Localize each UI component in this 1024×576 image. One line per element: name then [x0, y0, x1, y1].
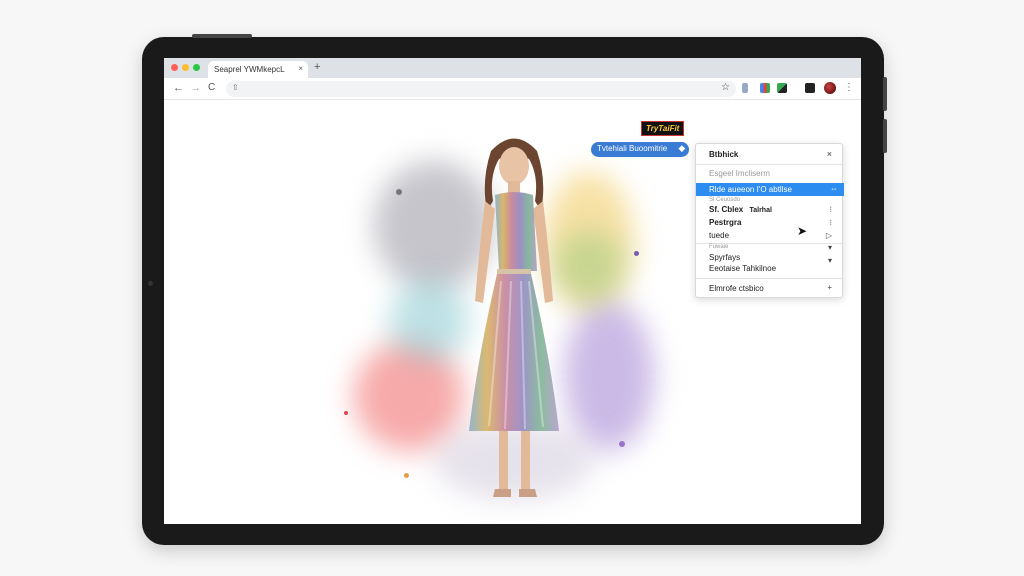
mouse-cursor-icon: ➤ — [797, 224, 808, 238]
more-icon: ⁝ — [829, 205, 832, 214]
tryonfit-logo-badge[interactable]: TryTaiFit — [641, 121, 685, 136]
extension-icon[interactable] — [777, 83, 787, 93]
forward-button[interactable]: → — [190, 82, 201, 94]
close-icon[interactable]: × — [827, 149, 832, 159]
extension-context-menu: Btbhick × Esgeel Imcliserm Rlde aueeon I… — [695, 143, 844, 298]
menu-item[interactable]: Elmrofe ctsbico — [709, 284, 764, 293]
menu-item-label: Rlde aueeon I'O abtllse — [709, 185, 792, 194]
tab-close-icon[interactable]: × — [298, 64, 303, 73]
page-info-icon[interactable]: ⇧ — [232, 83, 239, 92]
menu-item[interactable]: Sl Ceuosdo — [709, 197, 740, 203]
close-window-button[interactable] — [171, 64, 178, 71]
menu-item-label: Sf. Cblex — [709, 205, 744, 214]
menu-item[interactable]: Spyrfays — [709, 253, 740, 262]
paint-speck — [396, 189, 402, 195]
menu-item[interactable]: Esgeel Imcliserm — [709, 169, 770, 178]
try-on-button[interactable]: Tvtehiali Buoomitrie ◆ — [591, 142, 690, 157]
menu-item-highlighted[interactable]: Rlde aueeon I'O abtllse ⇔ — [696, 183, 844, 196]
diamond-icon: ◆ — [678, 143, 686, 153]
tablet-camera — [148, 281, 153, 286]
chevron-down-icon: ▾ — [827, 256, 832, 265]
address-bar[interactable]: ⇧ ☆ — [226, 81, 736, 97]
menu-divider — [696, 164, 844, 165]
browser-menu-icon[interactable]: ⋮ — [844, 82, 854, 93]
tab-active[interactable]: Seaprel YWMkepcL × — [208, 61, 308, 78]
chevron-down-icon: ▾ — [827, 243, 832, 252]
menu-item[interactable]: tuede — [709, 231, 729, 240]
profile-avatar[interactable] — [824, 82, 836, 94]
bookmark-star-icon[interactable]: ☆ — [721, 82, 730, 93]
minimize-window-button[interactable] — [182, 64, 189, 71]
tablet-volume-down — [883, 119, 887, 153]
browser-window: Seaprel YWMkepcL × + ← → C ⇧ ☆ ⋮ TryTaiF… — [164, 58, 861, 524]
menu-item[interactable]: Eeotaise Tahkilnoe — [709, 264, 776, 273]
back-button[interactable]: ← — [173, 82, 184, 94]
tab-title: Seaprel YWMkepcL — [214, 65, 285, 74]
new-tab-button[interactable]: + — [314, 61, 320, 73]
menu-item[interactable]: Sf. Cblex Talrhal — [709, 205, 772, 214]
menu-item[interactable]: Fuwaie — [709, 244, 728, 250]
swap-icon: ⇔ — [830, 184, 838, 193]
paint-speck — [619, 441, 625, 447]
reading-list-icon[interactable] — [805, 83, 815, 93]
tablet-volume-up — [883, 77, 887, 111]
maximize-window-button[interactable] — [193, 64, 200, 71]
tablet-power-button — [192, 34, 252, 38]
reload-button[interactable]: C — [208, 82, 215, 93]
menu-item-extra: Talrhal — [749, 207, 772, 214]
add-icon[interactable]: + — [827, 283, 832, 292]
menu-header: Btbhick — [709, 150, 739, 159]
model-image — [469, 138, 559, 497]
page-content: TryTaiFit Tvtehiali Buoomitrie ◆ Btbhick… — [164, 101, 861, 524]
paint-speck — [344, 411, 348, 415]
more-icon: ⁝ — [829, 218, 832, 227]
browser-toolbar: ← → C ⇧ ☆ ⋮ — [164, 78, 861, 100]
try-on-button-label: Tvtehiali Buoomitrie — [597, 144, 668, 153]
tab-strip: Seaprel YWMkepcL × + — [164, 58, 861, 78]
extension-icon[interactable] — [760, 83, 770, 93]
menu-item[interactable]: Pestrgra — [709, 218, 741, 227]
paint-speck — [634, 251, 639, 256]
paint-speck — [404, 473, 409, 478]
extension-icon[interactable] — [742, 83, 748, 93]
submenu-arrow-icon: ▷ — [825, 231, 832, 240]
menu-divider — [696, 278, 844, 279]
